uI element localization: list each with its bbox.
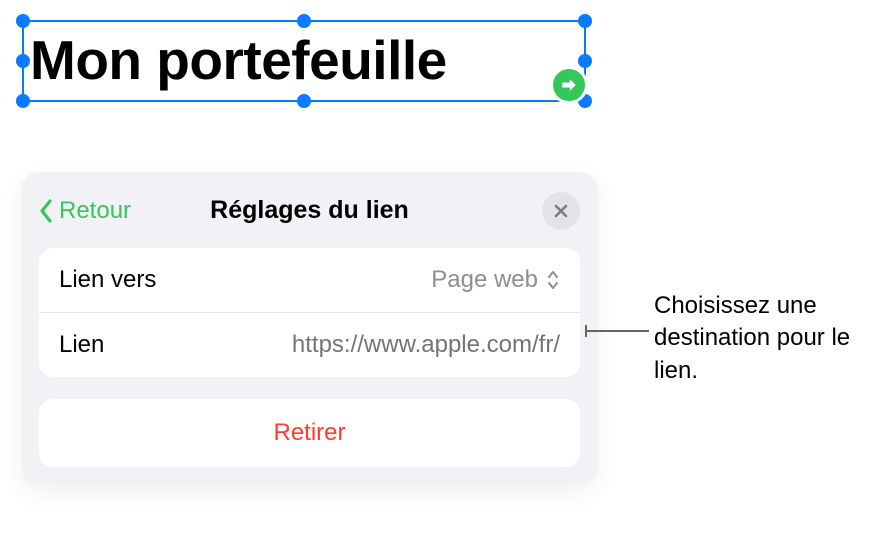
link-settings-popover: Retour Réglages du lien Lien vers Page w… [21, 172, 598, 485]
callout-leader-line [586, 330, 649, 332]
back-button[interactable]: Retour [35, 197, 131, 225]
link-label: Lien [59, 331, 104, 359]
link-to-value: Page web [431, 266, 538, 294]
close-button[interactable] [542, 192, 580, 230]
popover-title: Réglages du lien [210, 196, 409, 225]
textbox-content: Mon portefeuille [30, 32, 578, 90]
link-form: Lien vers Page web Lien [39, 248, 580, 377]
resize-handle[interactable] [16, 94, 30, 108]
close-icon [553, 203, 569, 219]
link-to-label: Lien vers [59, 266, 156, 294]
link-url-input[interactable] [220, 331, 560, 359]
resize-handle[interactable] [16, 54, 30, 68]
resize-handle[interactable] [297, 94, 311, 108]
resize-handle[interactable] [578, 54, 592, 68]
link-url-row[interactable]: Lien [39, 312, 580, 377]
remove-link-button[interactable]: Retirer [39, 399, 580, 467]
resize-handle[interactable] [578, 14, 592, 28]
callout-text: Choisissez une destination pour le lien. [654, 290, 874, 387]
updown-chevron-icon [546, 268, 560, 292]
link-destination-row[interactable]: Lien vers Page web [39, 248, 580, 312]
resize-handle[interactable] [16, 14, 30, 28]
selected-text-box[interactable]: Mon portefeuille [22, 20, 586, 102]
resize-handle[interactable] [297, 14, 311, 28]
back-label: Retour [59, 197, 131, 225]
link-indicator-icon [550, 66, 588, 104]
